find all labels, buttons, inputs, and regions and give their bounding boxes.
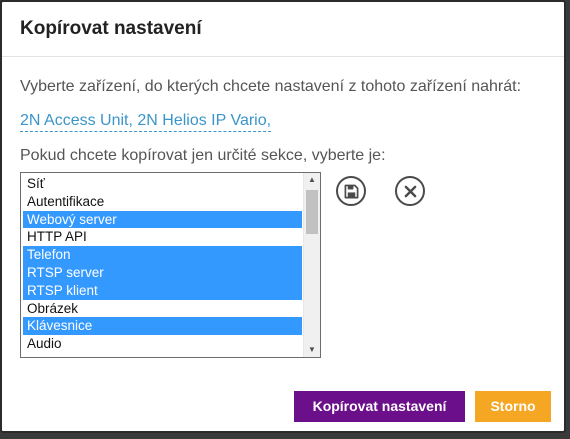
section-option[interactable]: Klávesnice [23,317,302,336]
copy-settings-button[interactable]: Kopírovat nastavení [294,391,465,422]
sections-prompt: Pokud chcete kopírovat jen určité sekce,… [20,147,386,164]
clear-selection-button[interactable] [395,176,425,206]
section-option[interactable]: Obrázek [23,300,302,318]
section-option[interactable]: Síť [23,175,302,193]
save-selection-button[interactable] [336,176,366,206]
sections-listbox[interactable]: Síť Autentifikace Webový server HTTP API Tel… [20,172,321,358]
section-option[interactable]: RTSP klient [23,281,302,300]
selected-devices-link[interactable]: 2N Access Unit, 2N Helios IP Vario, [20,112,272,132]
scroll-up-arrow-icon[interactable]: ▲ [304,173,320,187]
save-icon [344,184,358,198]
sections-list: Síť Autentifikace Webový server HTTP API Tel… [23,175,302,353]
section-option[interactable]: Audio [23,335,302,353]
scrollbar-thumb[interactable] [306,190,318,234]
cancel-button[interactable]: Storno [475,391,551,422]
listbox-scrollbar[interactable]: ▲ ▼ [303,173,320,357]
section-option[interactable]: Telefon [23,246,302,264]
dialog-title: Kopírovat nastavení [20,18,202,39]
copy-settings-dialog: Kopírovat nastavení Vyberte zařízení, do… [0,0,566,433]
close-icon [404,185,416,197]
section-option[interactable]: Webový server [23,210,302,229]
section-option[interactable]: HTTP API [23,228,302,246]
section-option[interactable]: RTSP server [23,263,302,282]
scroll-down-arrow-icon[interactable]: ▼ [304,343,320,357]
section-option[interactable]: Autentifikace [23,193,302,211]
title-divider [2,56,564,57]
devices-prompt: Vyberte zařízení, do kterých chcete nast… [20,78,522,95]
